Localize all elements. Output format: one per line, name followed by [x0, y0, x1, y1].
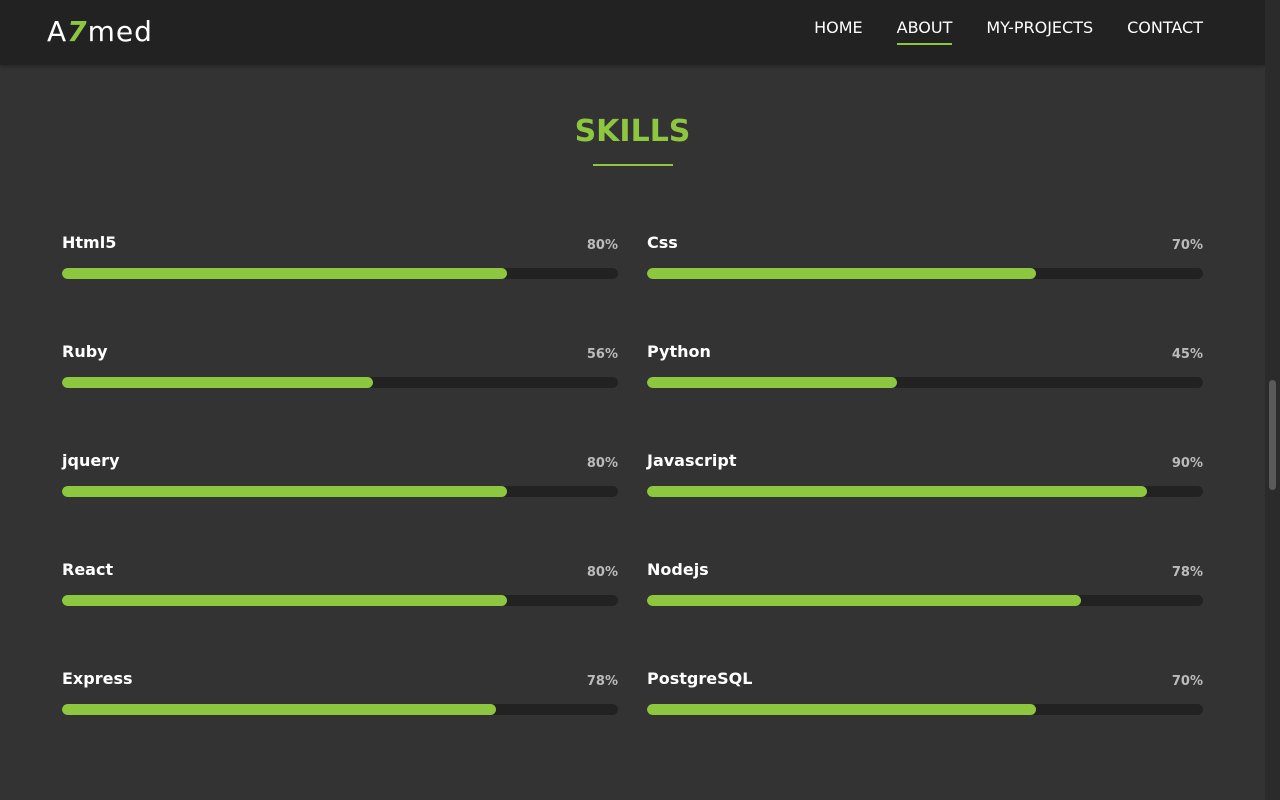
logo-accent: 7: [67, 15, 88, 48]
progress-bar: [62, 268, 618, 279]
skills-title: SKILLS: [574, 114, 691, 149]
progress-fill: [62, 595, 507, 606]
skill-name: React: [62, 560, 114, 579]
progress-fill: [62, 486, 507, 497]
skill-name: PostgreSQL: [647, 669, 753, 688]
skill-name: Ruby: [62, 342, 108, 361]
skill-item: Css 70%: [647, 233, 1203, 342]
nav-links: HOME ABOUT MY-PROJECTS CONTACT: [814, 18, 1203, 45]
nav-link-my-projects[interactable]: MY-PROJECTS: [986, 18, 1093, 45]
progress-fill: [62, 268, 507, 279]
logo-suffix: med: [87, 15, 153, 48]
skill-item: Express 78%: [62, 669, 618, 778]
skill-percent: 80%: [586, 565, 618, 580]
progress-bar: [647, 377, 1203, 388]
skill-percent: 70%: [1171, 674, 1203, 689]
scrollbar-thumb[interactable]: [1269, 380, 1276, 490]
progress-bar: [62, 595, 618, 606]
logo-prefix: A: [47, 15, 68, 48]
progress-fill: [647, 486, 1148, 497]
progress-fill: [62, 704, 496, 715]
progress-bar: [62, 704, 618, 715]
skill-item: Python 45%: [647, 342, 1203, 451]
skill-name: Javascript: [647, 451, 737, 470]
skill-percent: 80%: [586, 238, 618, 253]
progress-bar: [647, 486, 1203, 497]
progress-bar: [647, 268, 1203, 279]
skill-item: jquery 80%: [62, 451, 618, 560]
skill-percent: 78%: [1171, 565, 1203, 580]
progress-fill: [647, 704, 1037, 715]
skill-name: Python: [647, 342, 711, 361]
progress-fill: [647, 377, 898, 388]
nav-link-home[interactable]: HOME: [814, 18, 863, 45]
skill-percent: 70%: [1171, 238, 1203, 253]
progress-bar: [62, 377, 618, 388]
skill-item: Html5 80%: [62, 233, 618, 342]
progress-bar: [647, 704, 1203, 715]
progress-bar: [62, 486, 618, 497]
skill-percent: 90%: [1171, 456, 1203, 471]
progress-fill: [647, 268, 1037, 279]
logo[interactable]: A7med: [47, 15, 153, 48]
skill-percent: 56%: [586, 347, 618, 362]
skill-name: Express: [62, 669, 133, 688]
skill-item: Nodejs 78%: [647, 560, 1203, 669]
progress-bar: [647, 595, 1203, 606]
skill-item: React 80%: [62, 560, 618, 669]
skill-name: Html5: [62, 233, 117, 252]
skill-item: PostgreSQL 70%: [647, 669, 1203, 778]
skill-name: Css: [647, 233, 678, 252]
nav-link-contact[interactable]: CONTACT: [1127, 18, 1203, 45]
skill-item: Javascript 90%: [647, 451, 1203, 560]
title-underline: [593, 164, 673, 166]
skill-item: Ruby 56%: [62, 342, 618, 451]
skill-name: Nodejs: [647, 560, 709, 579]
progress-fill: [62, 377, 374, 388]
skill-percent: 45%: [1171, 347, 1203, 362]
skills-grid: Html5 80% Css 70% Ruby 56% Python 45% jq…: [62, 233, 1203, 778]
skill-name: jquery: [62, 451, 120, 470]
progress-fill: [647, 595, 1081, 606]
nav-link-about[interactable]: ABOUT: [896, 18, 953, 45]
navbar: A7med HOME ABOUT MY-PROJECTS CONTACT: [0, 0, 1265, 65]
skill-percent: 78%: [586, 674, 618, 689]
scrollbar[interactable]: [1265, 0, 1280, 800]
skill-percent: 80%: [586, 456, 618, 471]
